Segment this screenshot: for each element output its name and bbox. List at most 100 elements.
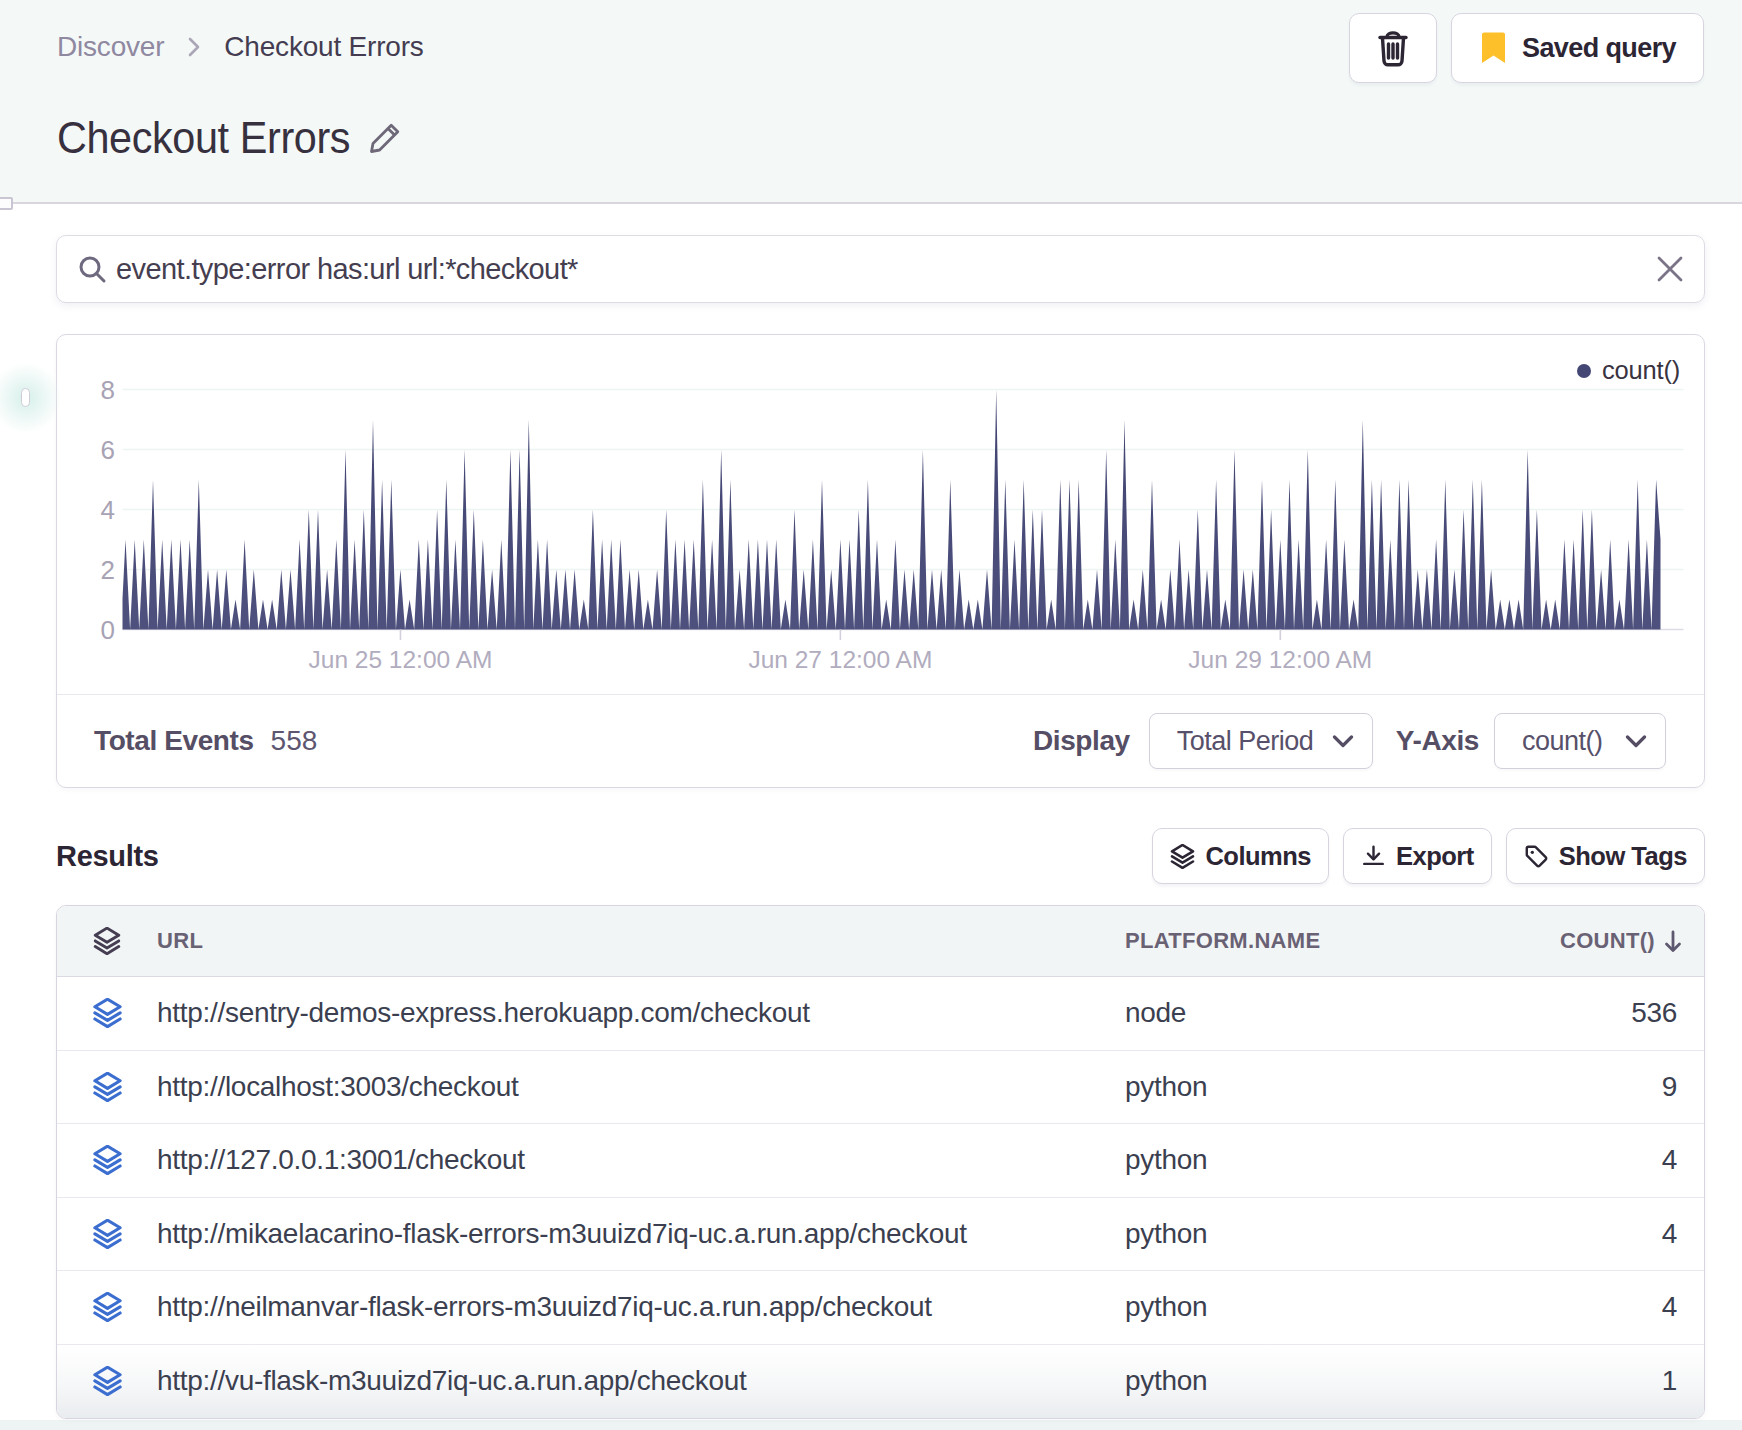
trash-icon xyxy=(1374,28,1412,68)
layers-icon xyxy=(1170,844,1195,869)
svg-text:8: 8 xyxy=(101,375,115,405)
tag-icon xyxy=(1524,844,1549,869)
title-row: Checkout Errors xyxy=(57,113,403,163)
chart-panel: 02468Jun 25 12:00 AMJun 27 12:00 AMJun 2… xyxy=(56,334,1705,788)
delete-saved-query-button[interactable] xyxy=(1349,13,1437,83)
svg-text:Jun 29 12:00 AM: Jun 29 12:00 AM xyxy=(1188,646,1372,673)
row-icon-cell xyxy=(57,1145,157,1175)
sidebar-edge-tab[interactable] xyxy=(0,197,13,210)
table-body: http://sentry-demos-express.herokuapp.co… xyxy=(57,977,1704,1418)
row-platform-cell[interactable]: python xyxy=(1125,1291,1560,1323)
results-actions: Columns Export xyxy=(1152,828,1705,884)
download-icon xyxy=(1361,844,1386,869)
table-row: http://127.0.0.1:3001/checkoutpython4 xyxy=(57,1124,1704,1198)
display-label: Display xyxy=(1033,725,1130,757)
breadcrumb: Discover Checkout Errors xyxy=(57,30,424,64)
show-tags-button[interactable]: Show Tags xyxy=(1506,828,1705,884)
row-count-cell[interactable]: 1 xyxy=(1560,1365,1704,1397)
row-url-cell[interactable]: http://mikaelacarino-flask-errors-m3uuiz… xyxy=(157,1218,1125,1250)
breadcrumb-discover[interactable]: Discover xyxy=(57,30,164,64)
yaxis-label: Y-Axis xyxy=(1396,725,1479,757)
row-platform-cell[interactable]: python xyxy=(1125,1144,1560,1176)
table-row: http://neilmanvar-flask-errors-m3uuizd7i… xyxy=(57,1271,1704,1345)
chart-legend[interactable]: count() xyxy=(1577,356,1680,385)
svg-text:Jun 25 12:00 AM: Jun 25 12:00 AM xyxy=(309,646,493,673)
row-count-cell[interactable]: 4 xyxy=(1560,1144,1704,1176)
chevron-down-icon xyxy=(1625,735,1647,748)
saved-query-button[interactable]: Saved query xyxy=(1451,13,1704,83)
event-count-chart: 02468Jun 25 12:00 AMJun 27 12:00 AMJun 2… xyxy=(57,335,1702,694)
search-bar xyxy=(56,235,1705,303)
results-heading: Results xyxy=(56,840,159,873)
row-platform-cell[interactable]: node xyxy=(1125,997,1560,1029)
header-actions: Saved query xyxy=(1349,13,1704,83)
saved-query-label: Saved query xyxy=(1522,33,1676,64)
svg-text:4: 4 xyxy=(101,495,115,525)
pencil-icon xyxy=(367,120,403,156)
stack-layers-icon[interactable] xyxy=(93,1366,122,1396)
chart-footer-controls: Display Total Period Y-Axis count() xyxy=(1033,713,1666,769)
legend-series-label: count() xyxy=(1602,356,1680,385)
sidebar-collapse-handle[interactable] xyxy=(21,388,30,407)
row-count-cell[interactable]: 4 xyxy=(1560,1291,1704,1323)
search-icon xyxy=(78,255,107,284)
row-platform-cell[interactable]: python xyxy=(1125,1218,1560,1250)
row-icon-cell xyxy=(57,1072,157,1102)
count-header-label: COUNT() xyxy=(1560,928,1655,954)
results-header-row: Results Columns xyxy=(56,828,1705,884)
export-button[interactable]: Export xyxy=(1343,828,1492,884)
columns-button-label: Columns xyxy=(1205,842,1311,871)
row-count-cell[interactable]: 536 xyxy=(1560,997,1704,1029)
row-url-cell[interactable]: http://sentry-demos-express.herokuapp.co… xyxy=(157,997,1125,1029)
show-tags-button-label: Show Tags xyxy=(1559,842,1687,871)
svg-text:6: 6 xyxy=(101,435,115,465)
row-url-cell[interactable]: http://127.0.0.1:3001/checkout xyxy=(157,1144,1125,1176)
svg-text:Jun 27 12:00 AM: Jun 27 12:00 AM xyxy=(748,646,932,673)
row-platform-cell[interactable]: python xyxy=(1125,1365,1560,1397)
row-icon-cell xyxy=(57,1292,157,1322)
svg-text:2: 2 xyxy=(101,555,115,585)
main-content: 02468Jun 25 12:00 AMJun 27 12:00 AMJun 2… xyxy=(0,204,1742,1420)
stack-layers-icon[interactable] xyxy=(93,1219,122,1249)
discover-saved-query-page: Discover Checkout Errors xyxy=(0,0,1742,1430)
stack-layers-icon[interactable] xyxy=(93,998,122,1028)
stack-layers-icon[interactable] xyxy=(93,1145,122,1175)
total-events-label: Total Events xyxy=(94,725,254,757)
chart-footer: Total Events 558 Display Total Period Y-… xyxy=(57,694,1704,787)
layers-icon xyxy=(93,927,121,955)
breadcrumb-chevron-icon xyxy=(185,34,203,60)
display-dropdown[interactable]: Total Period xyxy=(1149,713,1373,769)
results-table: URL PLATFORM.NAME COUNT() http://sentry xyxy=(56,905,1705,1419)
table-row: http://vu-flask-m3uuizd7iq-uc.a.run.app/… xyxy=(57,1345,1704,1419)
column-header-platform[interactable]: PLATFORM.NAME xyxy=(1125,928,1560,954)
column-header-count[interactable]: COUNT() xyxy=(1560,928,1705,954)
row-url-cell[interactable]: http://neilmanvar-flask-errors-m3uuizd7i… xyxy=(157,1291,1125,1323)
table-header-icon-cell xyxy=(57,927,157,955)
legend-series-dot xyxy=(1577,364,1591,378)
row-url-cell[interactable]: http://vu-flask-m3uuizd7iq-uc.a.run.app/… xyxy=(157,1365,1125,1397)
sort-desc-arrow-icon xyxy=(1662,929,1684,954)
row-platform-cell[interactable]: python xyxy=(1125,1071,1560,1103)
search-input[interactable] xyxy=(116,236,1643,302)
export-button-label: Export xyxy=(1396,842,1474,871)
yaxis-dropdown[interactable]: count() xyxy=(1494,713,1666,769)
edit-title-button[interactable] xyxy=(367,120,403,156)
row-count-cell[interactable]: 4 xyxy=(1560,1218,1704,1250)
chart-area: 02468Jun 25 12:00 AMJun 27 12:00 AMJun 2… xyxy=(57,335,1704,694)
stack-layers-icon[interactable] xyxy=(93,1292,122,1322)
table-row: http://sentry-demos-express.herokuapp.co… xyxy=(57,977,1704,1051)
stack-layers-icon[interactable] xyxy=(93,1072,122,1102)
breadcrumb-current: Checkout Errors xyxy=(224,30,423,64)
page-title: Checkout Errors xyxy=(57,113,350,163)
total-events-value: 558 xyxy=(271,725,318,757)
row-url-cell[interactable]: http://localhost:3003/checkout xyxy=(157,1071,1125,1103)
table-row: http://localhost:3003/checkoutpython9 xyxy=(57,1051,1704,1125)
search-clear-button[interactable] xyxy=(1655,254,1685,284)
yaxis-dropdown-value: count() xyxy=(1522,726,1603,757)
row-icon-cell xyxy=(57,1219,157,1249)
bookmark-icon xyxy=(1479,32,1508,65)
row-count-cell[interactable]: 9 xyxy=(1560,1071,1704,1103)
column-header-url[interactable]: URL xyxy=(157,928,1125,954)
columns-button[interactable]: Columns xyxy=(1152,828,1329,884)
row-icon-cell xyxy=(57,1366,157,1396)
